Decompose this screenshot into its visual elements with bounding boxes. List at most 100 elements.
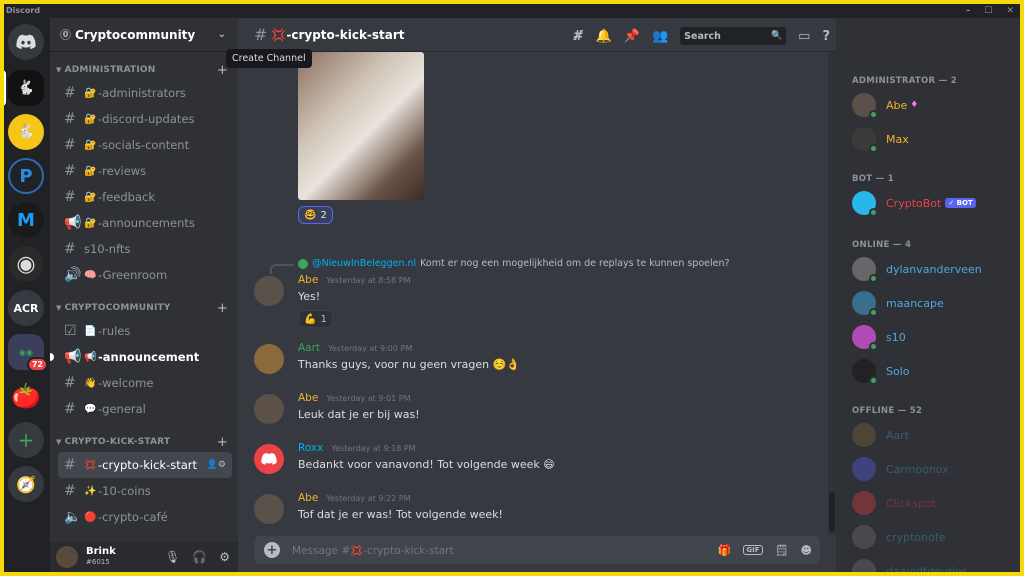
message-author[interactable]: Aart xyxy=(298,342,320,354)
category-administration[interactable]: ▼ ADMINISTRATION + xyxy=(50,60,238,80)
category-cryptocommunity[interactable]: ▼ CRYPTOCOMMUNITY + xyxy=(50,298,238,318)
message-author[interactable]: Abe xyxy=(298,392,318,404)
server-5[interactable]: ◉ xyxy=(8,246,44,282)
server-4[interactable]: M xyxy=(8,202,44,238)
channel-announcements[interactable]: 📢 🔐 -announcements xyxy=(58,210,232,236)
channel-emoji: 💢 xyxy=(271,27,287,42)
channel-label: -crypto-kick-start xyxy=(98,458,197,472)
compass-icon: 🧭 xyxy=(16,474,36,494)
search-input[interactable]: Search 🔍 xyxy=(680,27,787,45)
emoji-icon[interactable]: ☻ xyxy=(801,544,812,557)
channel-welcome[interactable]: # 👋 -welcome xyxy=(58,370,232,396)
megaphone-icon: 📢 xyxy=(64,215,82,231)
channel-feedback[interactable]: # 🔐 -feedback xyxy=(58,184,232,210)
message-author[interactable]: Roxx xyxy=(298,442,323,454)
member-offline[interactable]: Carmoonox xyxy=(852,456,949,482)
active-indicator xyxy=(4,70,6,106)
channel-rules[interactable]: ☑ 📄 -rules xyxy=(58,318,232,344)
channel-10-coins[interactable]: # ✨ -10-coins xyxy=(58,478,232,504)
member-max[interactable]: Max xyxy=(852,126,909,153)
pin-icon[interactable]: 📌 xyxy=(624,29,640,44)
member-solo[interactable]: Solo xyxy=(852,358,910,385)
scrollbar[interactable] xyxy=(828,52,836,534)
upload-plus-icon[interactable]: + xyxy=(264,542,280,558)
channel-administrators[interactable]: # 🔐 -administrators xyxy=(58,80,232,106)
channel-reviews[interactable]: # 🔐 -reviews xyxy=(58,158,232,184)
home-button[interactable] xyxy=(8,24,44,60)
reply-preview[interactable]: @NieuwInBeleggen.nl Komt er nog een moge… xyxy=(298,258,730,269)
member-s10[interactable]: s10 xyxy=(852,324,906,351)
member-offline[interactable]: cryptonofe xyxy=(852,524,945,550)
channel-announcement[interactable]: 📢 📢 -announcement xyxy=(50,344,232,370)
message: Abe Yesterday at 8:58 PM Yes! xyxy=(254,274,814,314)
server-crypto-community[interactable]: 🐇 xyxy=(4,70,44,106)
member-offline[interactable]: Clickspot xyxy=(852,490,936,516)
help-icon[interactable]: ? xyxy=(822,29,830,44)
member-cryptobot[interactable]: CryptoBot ✓ BOT xyxy=(852,190,976,217)
avatar[interactable] xyxy=(254,276,284,306)
inbox-icon[interactable]: ▭ xyxy=(798,29,810,44)
channel-discord-updates[interactable]: # 🔐 -discord-updates xyxy=(58,106,232,132)
members-icon[interactable]: 👥 xyxy=(652,29,668,44)
gift-icon[interactable]: 🎁 xyxy=(718,544,732,557)
member-group-title: ADMINISTRATOR — 2 xyxy=(852,76,957,86)
megaphone-icon: 📢 xyxy=(64,349,82,365)
guild-header[interactable]: 0 Cryptocommunity ⌄ xyxy=(50,18,238,52)
avatar[interactable] xyxy=(56,546,78,568)
avatar[interactable] xyxy=(254,344,284,374)
channel-settings-icons[interactable]: 👤⚙ xyxy=(207,460,226,470)
server-3[interactable]: P xyxy=(8,158,44,194)
gif-icon[interactable]: GIF xyxy=(743,545,763,555)
online-status-icon xyxy=(869,376,878,385)
message-author[interactable]: Abe xyxy=(298,492,318,504)
video-attachment[interactable] xyxy=(298,52,424,200)
avatar[interactable] xyxy=(254,494,284,524)
reaction-nerd[interactable]: 🤓 2 xyxy=(298,206,333,224)
server-tomato[interactable]: 🍅 xyxy=(8,378,44,414)
explore-servers-button[interactable]: 🧭 xyxy=(8,466,44,502)
minimize-button[interactable]: – xyxy=(966,4,971,18)
member-dylanvanderveen[interactable]: dylanvanderveen xyxy=(852,256,982,283)
chat-panel: # 💢 -crypto-kick-start #̸ 🔔 📌 👥 Search 🔍 … xyxy=(238,18,836,572)
channel-crypto-cafe[interactable]: 🔈 🔴 -crypto-café xyxy=(58,504,232,530)
scrollbar-thumb[interactable] xyxy=(829,492,835,532)
rabbit-logo-icon: 🐇 xyxy=(17,80,35,96)
channel-general[interactable]: # 💬 -general xyxy=(58,396,232,422)
app-title: Discord xyxy=(6,6,41,15)
message-composer[interactable]: + Message #💢-crypto-kick-start 🎁 GIF 🗒 ☻ xyxy=(254,536,820,564)
channel-crypto-kick-start[interactable]: # 💢 -crypto-kick-start 👤⚙ xyxy=(58,452,232,478)
headphones-icon[interactable]: 🎧 xyxy=(192,550,207,564)
bell-icon[interactable]: 🔔 xyxy=(596,29,612,44)
hashtag-icon: # xyxy=(64,401,76,417)
avatar[interactable] xyxy=(254,394,284,424)
online-status-icon xyxy=(869,110,878,119)
member-maancape[interactable]: maancape xyxy=(852,290,944,317)
avatar xyxy=(852,191,878,217)
guild-name: Cryptocommunity xyxy=(75,27,196,42)
member-abe[interactable]: Abe ♦ xyxy=(852,92,918,119)
create-channel-button[interactable]: + xyxy=(217,301,228,316)
category-crypto-kick-start[interactable]: ▼ CRYPTO-KICK-START + xyxy=(50,432,238,452)
reaction-flex[interactable]: 💪 1 xyxy=(298,310,333,328)
create-channel-button[interactable]: + xyxy=(217,435,228,450)
message-author[interactable]: Abe xyxy=(298,274,318,286)
avatar xyxy=(852,457,876,481)
add-server-button[interactable]: + xyxy=(8,422,44,458)
microphone-icon[interactable]: 🎙 xyxy=(165,550,180,564)
member-offline[interactable]: Aart xyxy=(852,422,909,448)
maximize-button[interactable]: ☐ xyxy=(984,4,992,18)
threads-icon[interactable]: #̸ xyxy=(573,29,584,44)
gear-icon[interactable]: ⚙ xyxy=(219,550,230,564)
channel-greenroom[interactable]: 🔊 🧠 -Greenroom xyxy=(58,262,232,288)
avatar[interactable] xyxy=(254,444,284,474)
server-folder[interactable]: ◉◉ 72 xyxy=(8,334,48,372)
sticker-icon[interactable]: 🗒 xyxy=(775,544,789,557)
channel-socials-content[interactable]: # 🔐 -socials-content xyxy=(58,132,232,158)
server-acr[interactable]: ACR xyxy=(8,290,44,326)
server-2[interactable]: 🐇 xyxy=(8,114,44,150)
message: Abe Yesterday at 9:01 PM Leuk dat je er b… xyxy=(254,392,814,432)
chevron-down-icon: ▼ xyxy=(56,304,62,312)
channel-s10-nfts[interactable]: # s10-nfts xyxy=(58,236,232,262)
member-offline[interactable]: daavidtdevries xyxy=(852,558,968,572)
close-button[interactable]: ✕ xyxy=(1006,4,1014,18)
